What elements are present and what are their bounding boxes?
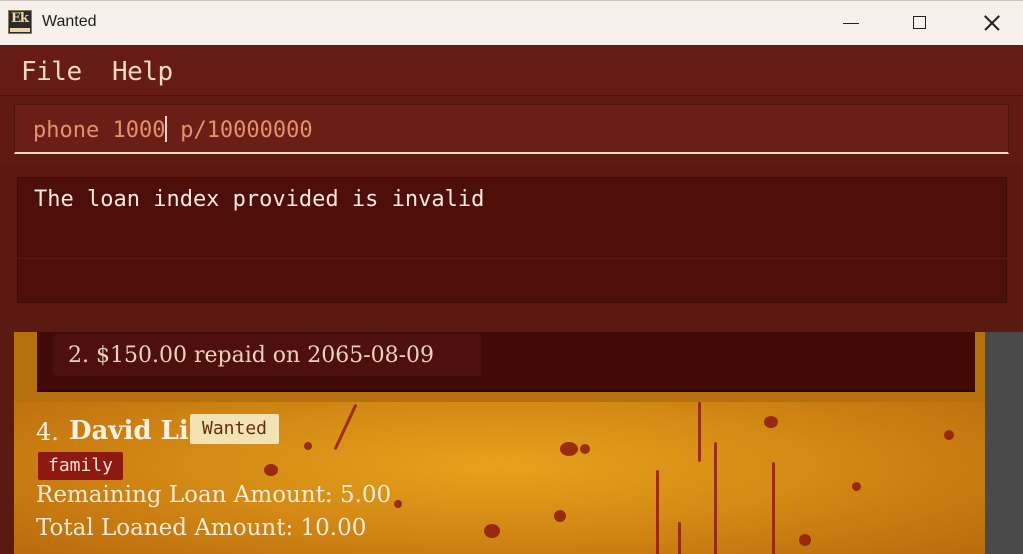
status-badge: Wanted (190, 414, 280, 444)
repayment-entry: 2. $150.00 repaid on 2065-08-09 (53, 334, 481, 376)
list-item-previous[interactable]: 2. $150.00 repaid on 2065-08-09 (14, 332, 985, 402)
blood-drip (698, 402, 701, 462)
person-name: David Li (69, 416, 189, 446)
minimize-icon (843, 23, 859, 24)
command-text-before-caret: phone 1000 (33, 118, 166, 143)
minimize-button[interactable] (816, 1, 886, 45)
menu-help[interactable]: Help (112, 57, 173, 87)
blood-splatter (852, 482, 861, 491)
result-divider (18, 258, 1008, 259)
blood-splatter (264, 464, 278, 476)
blood-splatter (944, 430, 954, 440)
command-text-after-caret: p/10000000 (166, 118, 313, 143)
blood-drip (772, 462, 775, 554)
title-bar: Ek Wanted (0, 0, 1023, 45)
blood-drip (678, 522, 681, 554)
menu-bar: File Help (0, 45, 1023, 96)
remaining-loan-amount: Remaining Loan Amount: 5.00 (36, 482, 392, 508)
person-card[interactable]: 4. David Li Wanted family Remaining Loan… (14, 402, 985, 554)
repayment-history-panel: 2. $150.00 repaid on 2065-08-09 (37, 332, 975, 392)
scrollbar[interactable] (985, 332, 1023, 554)
close-button[interactable] (955, 1, 1023, 45)
maximize-button[interactable] (886, 1, 956, 45)
command-input[interactable]: phone 1000 p/10000000 (14, 104, 1009, 154)
tag-label: family (38, 452, 124, 480)
blood-splatter (304, 442, 312, 450)
result-display-container: The loan index provided is invalid (0, 166, 1023, 316)
blood-splatter (799, 534, 811, 546)
maximize-icon (913, 16, 926, 29)
blood-splatter (484, 524, 500, 538)
blood-drip (333, 403, 358, 451)
total-loaned-amount: Total Loaned Amount: 10.00 (36, 515, 367, 541)
blood-splatter (764, 416, 778, 428)
blood-splatter (560, 442, 578, 456)
command-text: phone 1000 p/10000000 (33, 116, 313, 143)
blood-splatter (394, 500, 402, 508)
result-display[interactable]: The loan index provided is invalid (17, 177, 1008, 303)
blood-drip (714, 442, 717, 554)
blood-splatter (580, 444, 590, 454)
person-list[interactable]: 2. $150.00 repaid on 2065-08-09 4. David… (0, 318, 1023, 554)
repayment-text: 2. $150.00 repaid on 2065-08-09 (68, 343, 435, 368)
command-box-container: phone 1000 p/10000000 (0, 96, 1023, 164)
blood-splatter (554, 510, 566, 522)
menu-file[interactable]: File (21, 57, 82, 87)
person-index: 4. (36, 418, 59, 446)
result-message: The loan index provided is invalid (34, 187, 485, 212)
app-logo-icon: Ek (8, 10, 32, 34)
blood-drip (656, 470, 659, 554)
window-title: Wanted (42, 13, 97, 30)
